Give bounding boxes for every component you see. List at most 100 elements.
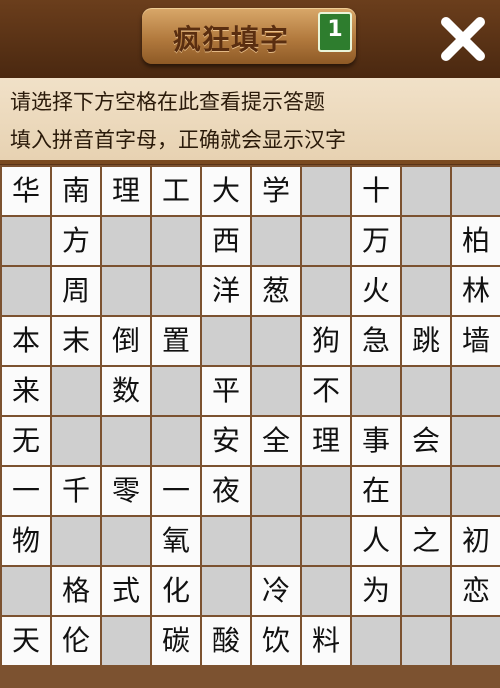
grid-cell-filled[interactable]: 式	[102, 567, 150, 615]
grid-cell-blank[interactable]	[252, 367, 300, 415]
grid-cell-filled[interactable]: 学	[252, 167, 300, 215]
grid-cell-filled[interactable]: 来	[2, 367, 50, 415]
grid-cell-filled[interactable]: 火	[352, 267, 400, 315]
grid-cell-blank[interactable]	[252, 317, 300, 365]
grid-cell-blank[interactable]	[302, 167, 350, 215]
grid-cell-blank[interactable]	[302, 517, 350, 565]
grid-cell-filled[interactable]: 南	[52, 167, 100, 215]
grid-cell-blank[interactable]	[252, 467, 300, 515]
grid-cell-blank[interactable]	[102, 417, 150, 465]
grid-cell-blank[interactable]	[52, 367, 100, 415]
grid-cell-filled[interactable]: 之	[402, 517, 450, 565]
grid-cell-filled[interactable]: 氧	[152, 517, 200, 565]
grid-cell-filled[interactable]: 初	[452, 517, 500, 565]
grid-cell-filled[interactable]: 安	[202, 417, 250, 465]
grid-cell-filled[interactable]: 为	[352, 567, 400, 615]
grid-cell-blank[interactable]	[452, 617, 500, 665]
grid-cell-blank[interactable]	[52, 517, 100, 565]
grid-cell-filled[interactable]: 饮	[252, 617, 300, 665]
grid-cell-blank[interactable]	[452, 367, 500, 415]
grid-cell-blank[interactable]	[102, 217, 150, 265]
grid-cell-blank[interactable]	[102, 617, 150, 665]
grid-cell-filled[interactable]: 急	[352, 317, 400, 365]
grid-cell-blank[interactable]	[452, 167, 500, 215]
grid-cell-blank[interactable]	[452, 417, 500, 465]
grid-cell-filled[interactable]: 在	[352, 467, 400, 515]
grid-cell-filled[interactable]: 十	[352, 167, 400, 215]
grid-cell-blank[interactable]	[402, 467, 450, 515]
grid-cell-filled[interactable]: 事	[352, 417, 400, 465]
grid-cell-blank[interactable]	[102, 517, 150, 565]
grid-cell-blank[interactable]	[2, 267, 50, 315]
grid-cell-blank[interactable]	[52, 417, 100, 465]
grid-cell-filled[interactable]: 柏	[452, 217, 500, 265]
close-button[interactable]	[436, 12, 490, 66]
grid-cell-blank[interactable]	[302, 567, 350, 615]
grid-cell-blank[interactable]	[252, 217, 300, 265]
grid-cell-filled[interactable]: 林	[452, 267, 500, 315]
grid-cell-filled[interactable]: 狗	[302, 317, 350, 365]
grid-cell-blank[interactable]	[102, 267, 150, 315]
grid-cell-filled[interactable]: 会	[402, 417, 450, 465]
grid-cell-filled[interactable]: 化	[152, 567, 200, 615]
grid-cell-blank[interactable]	[152, 417, 200, 465]
grid-cell-filled[interactable]: 全	[252, 417, 300, 465]
grid-cell-filled[interactable]: 千	[52, 467, 100, 515]
grid-cell-filled[interactable]: 夜	[202, 467, 250, 515]
grid-cell-filled[interactable]: 碳	[152, 617, 200, 665]
grid-cell-filled[interactable]: 零	[102, 467, 150, 515]
grid-cell-blank[interactable]	[152, 267, 200, 315]
grid-cell-blank[interactable]	[152, 367, 200, 415]
grid-cell-filled[interactable]: 洋	[202, 267, 250, 315]
grid-cell-blank[interactable]	[152, 217, 200, 265]
grid-cell-filled[interactable]: 物	[2, 517, 50, 565]
grid-cell-filled[interactable]: 大	[202, 167, 250, 215]
grid-cell-blank[interactable]	[402, 267, 450, 315]
grid-cell-blank[interactable]	[2, 217, 50, 265]
grid-cell-filled[interactable]: 墙	[452, 317, 500, 365]
grid-cell-blank[interactable]	[402, 367, 450, 415]
grid-cell-filled[interactable]: 跳	[402, 317, 450, 365]
grid-cell-blank[interactable]	[402, 217, 450, 265]
grid-cell-filled[interactable]: 置	[152, 317, 200, 365]
grid-cell-filled[interactable]: 理	[302, 417, 350, 465]
grid-cell-blank[interactable]	[2, 567, 50, 615]
grid-cell-filled[interactable]: 工	[152, 167, 200, 215]
grid-cell-blank[interactable]	[202, 517, 250, 565]
grid-cell-filled[interactable]: 西	[202, 217, 250, 265]
grid-cell-filled[interactable]: 无	[2, 417, 50, 465]
grid-cell-blank[interactable]	[252, 517, 300, 565]
grid-cell-filled[interactable]: 倒	[102, 317, 150, 365]
grid-cell-filled[interactable]: 一	[152, 467, 200, 515]
grid-cell-blank[interactable]	[302, 217, 350, 265]
grid-cell-filled[interactable]: 数	[102, 367, 150, 415]
grid-cell-filled[interactable]: 料	[302, 617, 350, 665]
grid-cell-filled[interactable]: 不	[302, 367, 350, 415]
grid-cell-filled[interactable]: 伦	[52, 617, 100, 665]
grid-cell-filled[interactable]: 恋	[452, 567, 500, 615]
grid-cell-filled[interactable]: 一	[2, 467, 50, 515]
grid-cell-blank[interactable]	[202, 567, 250, 615]
grid-cell-blank[interactable]	[202, 317, 250, 365]
grid-cell-filled[interactable]: 冷	[252, 567, 300, 615]
grid-cell-blank[interactable]	[402, 567, 450, 615]
grid-cell-filled[interactable]: 周	[52, 267, 100, 315]
grid-cell-filled[interactable]: 人	[352, 517, 400, 565]
grid-cell-blank[interactable]	[352, 617, 400, 665]
grid-cell-filled[interactable]: 万	[352, 217, 400, 265]
grid-cell-blank[interactable]	[302, 267, 350, 315]
grid-cell-filled[interactable]: 本	[2, 317, 50, 365]
grid-cell-blank[interactable]	[452, 467, 500, 515]
grid-cell-filled[interactable]: 平	[202, 367, 250, 415]
grid-cell-filled[interactable]: 葱	[252, 267, 300, 315]
grid-cell-blank[interactable]	[402, 167, 450, 215]
grid-cell-blank[interactable]	[302, 467, 350, 515]
grid-cell-filled[interactable]: 华	[2, 167, 50, 215]
grid-cell-filled[interactable]: 天	[2, 617, 50, 665]
grid-cell-blank[interactable]	[402, 617, 450, 665]
grid-cell-filled[interactable]: 末	[52, 317, 100, 365]
grid-cell-filled[interactable]: 方	[52, 217, 100, 265]
grid-cell-filled[interactable]: 酸	[202, 617, 250, 665]
grid-cell-filled[interactable]: 格	[52, 567, 100, 615]
grid-cell-filled[interactable]: 理	[102, 167, 150, 215]
